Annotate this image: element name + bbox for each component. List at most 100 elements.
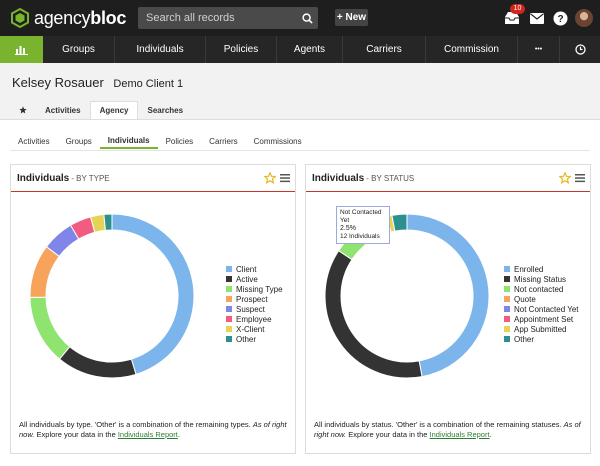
subtab-policies[interactable]: Policies [158, 133, 202, 149]
legend-swatch [226, 286, 232, 292]
legend-label: Quote [514, 294, 536, 304]
legend-item-missing-status[interactable]: Missing Status [504, 274, 579, 284]
top-bar: agencybloc + New 10 ? [0, 0, 600, 36]
legend-item-not-contacted-yet[interactable]: Not Contacted Yet [504, 304, 579, 314]
legend-swatch [504, 316, 510, 322]
tab-searches[interactable]: Searches [138, 101, 192, 119]
legend-label: Employee [236, 314, 272, 324]
nav-commission[interactable]: Commission [426, 36, 518, 63]
slice-missing-status[interactable] [324, 250, 423, 379]
bar-chart-icon [15, 46, 28, 55]
legend-swatch [226, 326, 232, 332]
subtab-carriers[interactable]: Carriers [201, 133, 245, 149]
nav-individuals[interactable]: Individuals [115, 36, 206, 63]
slice-prospect[interactable] [29, 246, 60, 298]
slice-other[interactable] [103, 213, 113, 231]
subtab-activities[interactable]: Activities [10, 133, 58, 149]
legend-label: Not Contacted Yet [514, 304, 579, 314]
legend-label: Appointment Set [514, 314, 574, 324]
legend-label: Prospect [236, 294, 268, 304]
search-icon[interactable] [296, 7, 318, 29]
notification-badge: 10 [510, 4, 525, 14]
legend-item-missing-type[interactable]: Missing Type [226, 284, 283, 294]
nav-carriers[interactable]: Carriers [343, 36, 426, 63]
chart-footnote: All individuals by status. 'Other' is a … [314, 420, 581, 439]
legend-swatch [226, 336, 232, 342]
mail-icon[interactable] [528, 9, 546, 27]
individuals-report-link[interactable]: Individuals Report [118, 430, 178, 439]
legend-label: Suspect [236, 304, 265, 314]
chart-footnote: All individuals by type. 'Other' is a co… [19, 420, 287, 439]
client-name: Kelsey Rosauer [12, 75, 104, 90]
logo[interactable]: agencybloc [10, 8, 126, 28]
slice-client[interactable] [111, 213, 195, 376]
legend-label: App Submitted [514, 324, 567, 334]
legend-label: Active [236, 274, 258, 284]
legend-swatch [226, 276, 232, 282]
favorite-star-icon[interactable] [264, 172, 276, 184]
legend-item-employee[interactable]: Employee [226, 314, 283, 324]
nav-dashboard[interactable] [0, 36, 43, 63]
nav-recent[interactable] [560, 36, 600, 63]
legend-swatch [226, 306, 232, 312]
legend-item-client[interactable]: Client [226, 264, 283, 274]
nav-agents[interactable]: Agents [277, 36, 343, 63]
legend-swatch [504, 286, 510, 292]
chart-tooltip: Not Contacted Yet 2.5% 12 Individuals [336, 206, 390, 244]
legend-label: Client [236, 264, 257, 274]
logo-text: agencybloc [34, 7, 127, 28]
favorite-star-icon[interactable] [559, 172, 571, 184]
tab-favorites[interactable] [10, 101, 36, 119]
slice-enrolled[interactable] [406, 213, 490, 378]
menu-icon[interactable] [280, 173, 290, 183]
legend-swatch [226, 266, 232, 272]
legend-item-prospect[interactable]: Prospect [226, 294, 283, 304]
legend-label: Missing Type [236, 284, 283, 294]
svg-text:?: ? [557, 14, 563, 25]
legend-item-not-contacted[interactable]: Not contacted [504, 284, 579, 294]
subtab-groups[interactable]: Groups [58, 133, 100, 149]
legend-label: Other [514, 334, 535, 344]
search-box [138, 7, 318, 29]
slice-missing-type[interactable] [29, 296, 71, 360]
legend-item-other[interactable]: Other [226, 334, 283, 344]
logo-hex-icon [11, 8, 29, 28]
legend-item-active[interactable]: Active [226, 274, 283, 284]
legend-swatch [504, 306, 510, 312]
panel-title: Individuals - BY TYPE [17, 173, 110, 184]
tab-agency[interactable]: Agency [89, 101, 139, 119]
user-avatar[interactable] [575, 9, 593, 27]
legend-swatch [504, 336, 510, 342]
legend-item-enrolled[interactable]: Enrolled [504, 264, 579, 274]
legend-item-other[interactable]: Other [504, 334, 579, 344]
legend-label: X-Client [236, 324, 265, 334]
star-icon [19, 106, 27, 114]
legend-item-appointment-set[interactable]: Appointment Set [504, 314, 579, 324]
client-header: Kelsey Rosauer Demo Client 1 [12, 75, 183, 90]
legend-label: Other [236, 334, 257, 344]
subtabs-divider [10, 150, 590, 151]
slice-other[interactable] [391, 213, 408, 232]
subtab-individuals[interactable]: Individuals [99, 133, 158, 149]
main-nav: Groups Individuals Policies Agents Carri… [0, 36, 600, 63]
legend-label: Missing Status [514, 274, 567, 284]
nav-more-button[interactable]: ••• [518, 36, 560, 63]
legend-item-app-submitted[interactable]: App Submitted [504, 324, 579, 334]
nav-policies[interactable]: Policies [206, 36, 277, 63]
search-input[interactable] [138, 7, 296, 29]
nav-groups[interactable]: Groups [43, 36, 115, 63]
menu-icon[interactable] [575, 173, 585, 183]
slice-active[interactable] [58, 346, 137, 379]
individuals-report-link[interactable]: Individuals Report [430, 430, 490, 439]
help-icon[interactable]: ? [551, 9, 569, 27]
tooltip-percent: 2.5% [340, 225, 356, 232]
legend-swatch [226, 296, 232, 302]
legend-item-quote[interactable]: Quote [504, 294, 579, 304]
legend-item-x-client[interactable]: X-Client [226, 324, 283, 334]
type-donut-chart[interactable] [27, 211, 197, 381]
legend-item-suspect[interactable]: Suspect [226, 304, 283, 314]
subtab-commissions[interactable]: Commissions [246, 133, 310, 149]
tab-activities[interactable]: Activities [36, 101, 90, 119]
individuals-by-type-panel: Individuals - BY TYPE Client Active Missing… [10, 164, 296, 454]
new-record-button[interactable]: + New [335, 9, 368, 26]
